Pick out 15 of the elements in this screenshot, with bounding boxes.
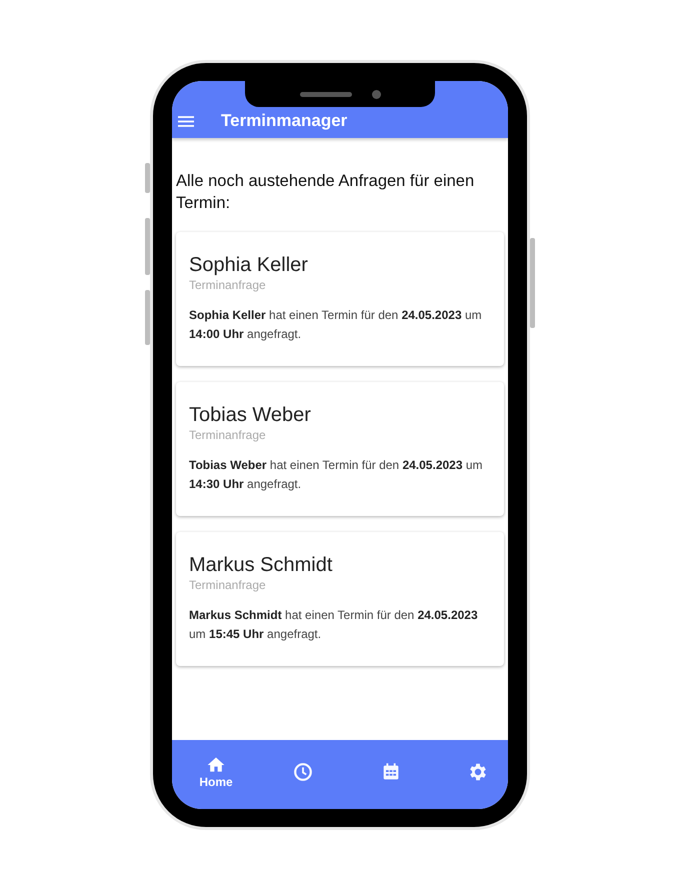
home-icon [206, 754, 226, 774]
card-text: Tobias Weber hat einen Termin für den 24.05.2023 um 14:30 Uhr angefragt. [189, 457, 484, 493]
card-title: Markus Schmidt [189, 553, 334, 578]
card-text: Sophia Keller hat einen Termin für den 24.05.2023 um 14:00 Uhr angefragt. [189, 307, 483, 343]
card-title: Sophia Keller [189, 253, 309, 278]
card-title: Tobias Weber [189, 403, 312, 428]
app-title: Terminmanager [221, 112, 348, 130]
card-text: Markus Schmidt hat einen Termin für den 24.05.2023 um 15:45 Uhr angefragt. [189, 607, 479, 643]
menu-icon[interactable] [178, 116, 194, 127]
card-subtitle: Terminanfrage [189, 578, 267, 592]
card-subtitle: Terminanfrage [189, 278, 267, 292]
nav-item[interactable]: Home [196, 754, 236, 788]
card-subtitle: Terminanfrage [189, 428, 267, 442]
clock-icon [292, 760, 314, 782]
page-heading: Alle noch austehende Anfragen für einen Termin: [176, 171, 476, 214]
